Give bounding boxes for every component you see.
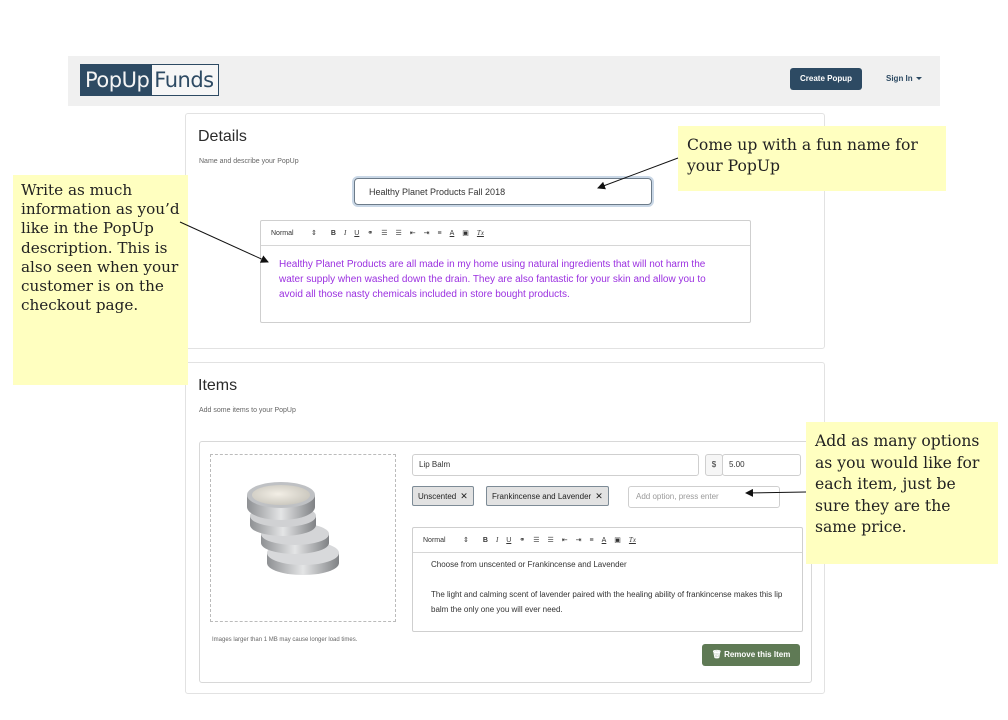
annotation-arrows xyxy=(179,157,807,497)
arrow-to-option xyxy=(745,488,807,497)
arrow-to-name xyxy=(597,157,679,190)
arrow-to-description xyxy=(179,221,269,263)
